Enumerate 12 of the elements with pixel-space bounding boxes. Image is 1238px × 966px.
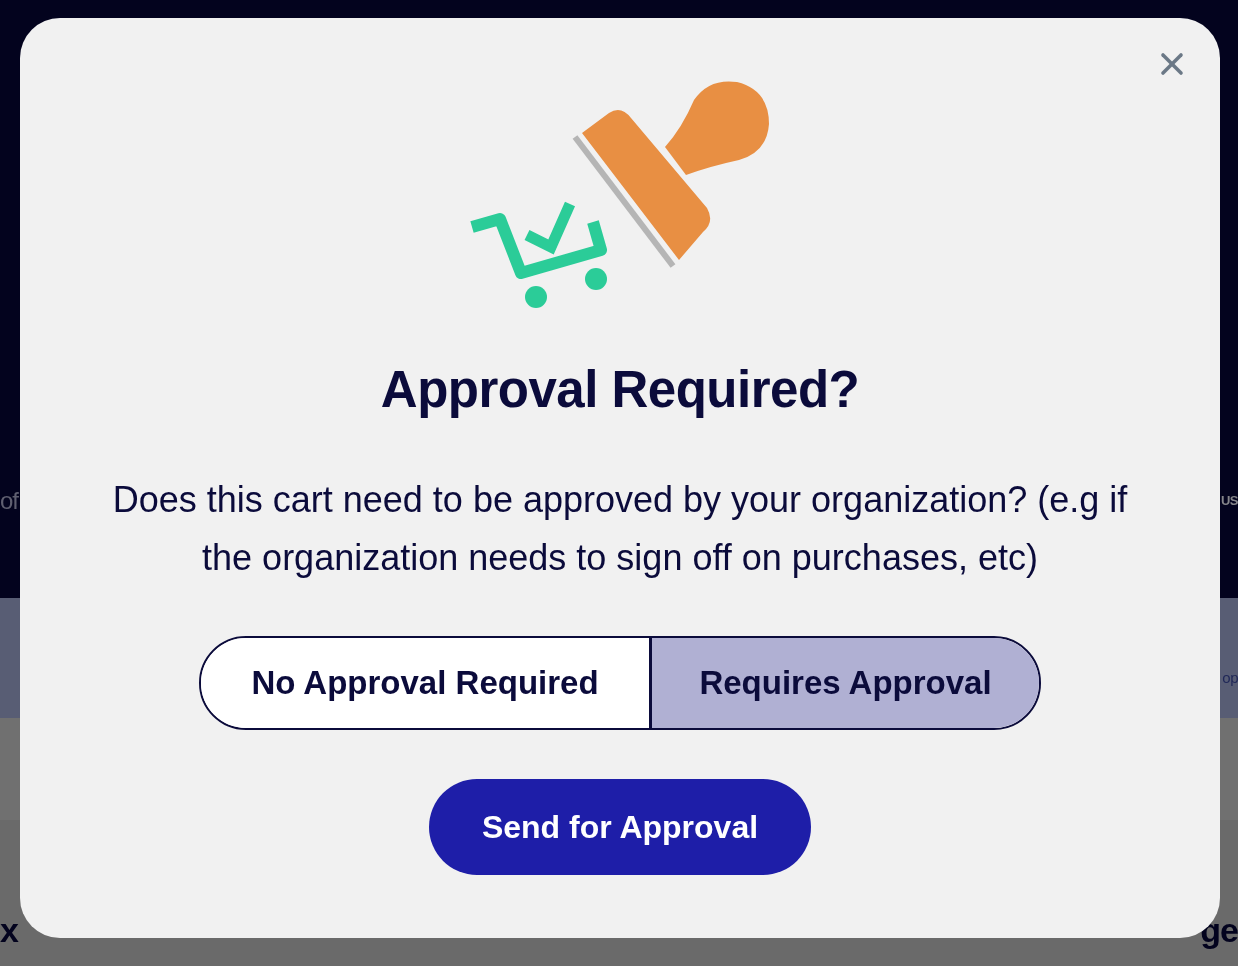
send-for-approval-button[interactable]: Send for Approval <box>429 779 811 875</box>
product-title: ge <box>1200 910 1238 950</box>
toggle-option[interactable]: No Approval Required <box>201 638 649 728</box>
rubber-stamp-icon <box>572 81 769 268</box>
toggle-option[interactable]: Requires Approval <box>649 638 1039 728</box>
shopping-cart-check-icon <box>470 201 607 308</box>
background-text: of <box>0 486 18 516</box>
dialog-title: Approval Required? <box>380 360 860 420</box>
dialog-message: Does this cart need to be approved by your organization? (e.g if the organization needs to sign off on purchases, etc) <box>111 478 1129 580</box>
background-heading: US <box>1220 492 1238 510</box>
product-title: x <box>0 910 18 950</box>
background-text: op <box>1222 668 1238 688</box>
